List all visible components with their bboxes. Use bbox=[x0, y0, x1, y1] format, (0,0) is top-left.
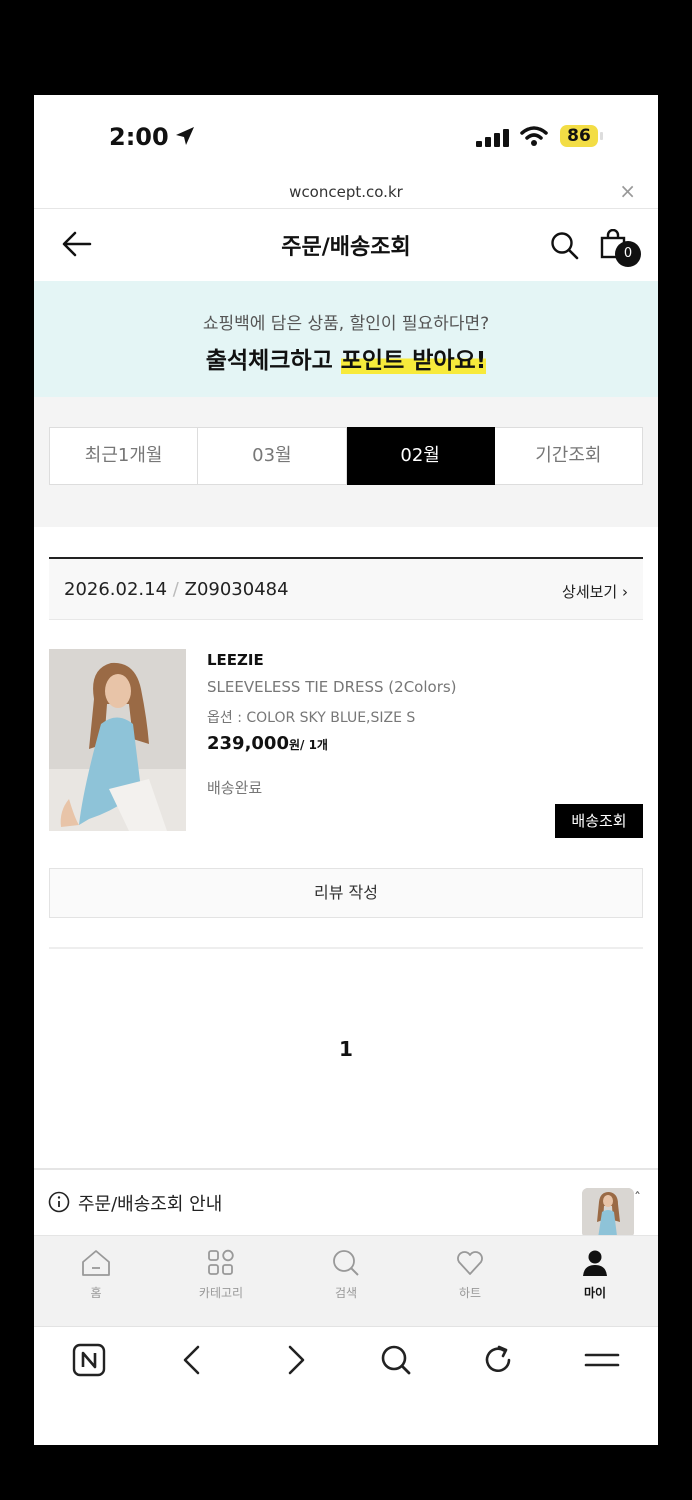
category-icon bbox=[208, 1249, 234, 1275]
search-icon[interactable] bbox=[550, 231, 580, 261]
tab-category-label: 카테고리 bbox=[198, 1286, 244, 1300]
product-price: 239,000원/ 1개 bbox=[207, 733, 328, 754]
tab-recent-1-month[interactable]: 최근1개월 bbox=[49, 427, 199, 485]
browser-url-bar[interactable]: wconcept.co.kr × bbox=[34, 175, 658, 209]
banner-subtitle: 쇼핑백에 담은 상품, 할인이 필요하다면? bbox=[202, 314, 490, 334]
browser-url: wconcept.co.kr bbox=[289, 183, 403, 201]
status-bar: 2:00 86 bbox=[34, 95, 658, 175]
guide-divider bbox=[34, 1168, 658, 1170]
heart-icon bbox=[457, 1251, 483, 1275]
tab-heart-label: 하트 bbox=[458, 1286, 482, 1300]
back-icon[interactable] bbox=[178, 1343, 208, 1377]
location-arrow-icon bbox=[176, 127, 194, 145]
tab-home-label: 홈 bbox=[90, 1286, 102, 1300]
order-detail-label: 상세보기 bbox=[562, 583, 618, 601]
price-value: 239,000 bbox=[207, 733, 289, 754]
tab-my-label: 마이 bbox=[583, 1286, 607, 1300]
page-header: 주문/배송조회 bbox=[34, 209, 658, 281]
tab-category[interactable]: 카테고리 bbox=[181, 1248, 261, 1301]
battery-cap bbox=[600, 132, 603, 140]
info-icon bbox=[48, 1191, 70, 1213]
battery-level: 86 bbox=[560, 125, 598, 147]
product-image[interactable] bbox=[49, 649, 186, 831]
track-delivery-button[interactable]: 배송조회 bbox=[555, 804, 643, 838]
close-icon[interactable]: × bbox=[619, 179, 636, 203]
tab-march[interactable]: 03월 bbox=[198, 427, 347, 485]
chevron-right-icon: › bbox=[622, 583, 628, 601]
phone-screen: 2:00 86 wconcept.co.kr × 주문/배송조회 0 쇼핑백에 … bbox=[34, 95, 658, 1445]
product-name[interactable]: SLEEVELESS TIE DRESS (2Colors) bbox=[207, 678, 457, 696]
refresh-icon[interactable] bbox=[482, 1343, 514, 1377]
cart-count-badge: 0 bbox=[615, 241, 641, 267]
pagination-current-page[interactable]: 1 bbox=[34, 1037, 658, 1061]
browser-toolbar bbox=[34, 1326, 658, 1397]
bottom-tab-bar: 홈 카테고리 검색 하트 마이 bbox=[34, 1235, 658, 1326]
tab-heart[interactable]: 하트 bbox=[430, 1248, 510, 1301]
tab-search[interactable]: 검색 bbox=[306, 1248, 386, 1301]
tab-period-search[interactable]: 기간조회 bbox=[494, 427, 643, 485]
order-date: 2026.02.14 bbox=[64, 579, 168, 600]
order-separator: / bbox=[172, 579, 179, 600]
order-date-number: 2026.02.14 / Z09030484 bbox=[64, 579, 289, 600]
cellular-signal-icon bbox=[476, 129, 509, 147]
status-time: 2:00 bbox=[109, 123, 169, 151]
order-number: Z09030484 bbox=[184, 579, 289, 600]
naver-icon[interactable] bbox=[72, 1343, 106, 1377]
banner-title-highlight: 포인트 받아요! bbox=[340, 348, 487, 374]
search-icon[interactable] bbox=[380, 1343, 412, 1377]
product-brand: LEEZIE bbox=[207, 651, 264, 669]
product-option: 옵션 : COLOR SKY BLUE,SIZE S bbox=[207, 710, 416, 726]
banner-title-prefix: 출석체크하고 bbox=[205, 348, 341, 374]
forward-icon[interactable] bbox=[280, 1343, 310, 1377]
price-unit: 원/ 1개 bbox=[288, 738, 328, 752]
period-tabs: 최근1개월 03월 02월 기간조회 bbox=[49, 427, 643, 485]
search-icon bbox=[333, 1250, 359, 1276]
order-bottom-divider bbox=[49, 947, 643, 949]
menu-icon[interactable] bbox=[584, 1343, 620, 1377]
home-icon bbox=[82, 1250, 110, 1276]
order-guide-row[interactable]: 주문/배송조회 안내 ˆ bbox=[34, 1171, 658, 1238]
wifi-icon bbox=[520, 126, 548, 146]
recent-product-thumbnail[interactable] bbox=[582, 1188, 634, 1238]
order-header: 2026.02.14 / Z09030484 상세보기 › bbox=[49, 559, 643, 620]
tab-february[interactable]: 02월 bbox=[346, 427, 495, 485]
delivery-status: 배송완료 bbox=[207, 779, 263, 797]
order-guide-label: 주문/배송조회 안내 bbox=[78, 1194, 223, 1215]
order-detail-link[interactable]: 상세보기 › bbox=[562, 581, 628, 602]
tab-search-label: 검색 bbox=[334, 1286, 358, 1300]
chevron-up-icon[interactable]: ˆ bbox=[634, 1191, 641, 1207]
person-icon bbox=[583, 1250, 607, 1276]
banner-title: 출석체크하고 포인트 받아요! bbox=[34, 341, 658, 375]
write-review-button[interactable]: 리뷰 작성 bbox=[49, 868, 643, 918]
tab-my[interactable]: 마이 bbox=[555, 1248, 635, 1301]
attendance-banner[interactable]: 쇼핑백에 담은 상품, 할인이 필요하다면? 출석체크하고 포인트 받아요! bbox=[34, 281, 658, 397]
tab-home[interactable]: 홈 bbox=[56, 1248, 136, 1301]
